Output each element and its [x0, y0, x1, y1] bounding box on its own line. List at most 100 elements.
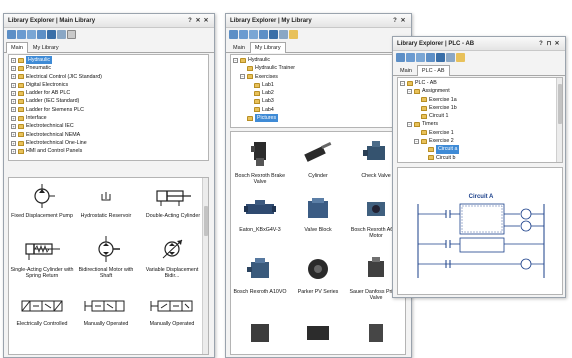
tree-item-exercise-1a[interactable]: Exercise 1a [400, 96, 560, 104]
tree-item-exercise-1b[interactable]: Exercise 1b [400, 104, 560, 112]
component-double-acting-cylinder[interactable]: Double-Acting Cylinder [141, 184, 205, 219]
tree-item-digital-electronics[interactable]: + Digital Electronics [11, 81, 206, 89]
tab-main[interactable]: Main [228, 42, 250, 52]
properties-icon[interactable] [279, 30, 288, 39]
component-electrically-controlled[interactable]: Electrically Controlled [11, 296, 73, 327]
close-button[interactable]: ✕ [202, 17, 210, 24]
new-folder-icon[interactable] [289, 30, 298, 39]
my-library-titlebar[interactable]: Library Explorer | My Library ? ✕ [226, 14, 411, 28]
tree-item-electrotechnical-nema[interactable]: + Electrotechnical NEMA [11, 131, 206, 139]
tree-item-electrotechnical-one-line[interactable]: + Electrotechnical One-Line [11, 139, 206, 147]
component-partial-3[interactable] [347, 318, 405, 353]
expand-toggle[interactable]: + [11, 115, 16, 121]
tree-item-ladder-ab[interactable]: + Ladder for AB PLC [11, 89, 206, 97]
tab-main[interactable]: Main [395, 65, 417, 75]
tree-item-circuit-1[interactable]: Circuit 1 [400, 112, 560, 120]
expand-toggle[interactable]: + [11, 140, 16, 146]
remove-library-icon[interactable] [426, 53, 435, 62]
sort-icon[interactable] [269, 30, 278, 39]
tree-item-circuit-b[interactable]: Circuit b [400, 154, 560, 162]
component-partial-1[interactable] [231, 318, 289, 353]
scrollbar-thumb[interactable] [558, 84, 562, 124]
tab-my-library[interactable]: My Library [249, 42, 286, 53]
component-parker-pv-series[interactable]: Parker PV Series [289, 254, 347, 295]
save-library-icon[interactable] [17, 30, 26, 39]
tree-item-ladder-siemens[interactable]: + Ladder for Siemens PLC [11, 106, 206, 114]
expand-toggle[interactable]: + [11, 148, 16, 154]
expand-toggle[interactable]: + [11, 132, 16, 138]
collapse-toggle[interactable]: − [233, 57, 238, 63]
expand-toggle[interactable]: + [11, 124, 16, 130]
tree-item-pictures[interactable]: Pictures [233, 114, 403, 123]
help-button[interactable]: ? [391, 18, 399, 24]
tree-item-plc-ab[interactable]: − PLC - AB [400, 79, 560, 87]
tree-item-electrotechnical-iec[interactable]: + Electrotechnical IEC [11, 122, 206, 130]
maximize-button[interactable]: ⊓ [545, 40, 553, 47]
component-bidirectional-motor[interactable]: Bidirectional Motor with Shaft [75, 236, 137, 280]
tree-scrollbar[interactable] [556, 78, 562, 162]
expand-toggle[interactable]: + [11, 90, 16, 96]
component-single-acting-cylinder[interactable]: Single-Acting Cylinder with Spring Retur… [9, 236, 75, 280]
properties-icon[interactable] [57, 30, 66, 39]
tree-item-electrical-control[interactable]: + Electrical Control (JIC Standard) [11, 73, 206, 81]
help-button[interactable]: ? [537, 41, 545, 47]
add-library-icon[interactable] [27, 30, 36, 39]
component-variable-displacement[interactable]: Variable Displacement Bidir... [139, 236, 205, 280]
expand-toggle[interactable]: + [11, 65, 16, 71]
collapse-toggle[interactable]: − [407, 122, 412, 128]
tree-item-pneumatic[interactable]: + Pneumatic [11, 64, 206, 72]
component-fixed-displacement-pump[interactable]: Fixed Displacement Pump [11, 184, 73, 219]
tree-item-hydraulic[interactable]: + Hydraulic [11, 56, 206, 65]
remove-library-icon[interactable] [259, 30, 268, 39]
main-library-titlebar[interactable]: Library Explorer | Main Library ? ✕ ✕ [4, 14, 214, 28]
add-library-icon[interactable] [249, 30, 258, 39]
pin-button[interactable]: ✕ [194, 17, 202, 24]
component-manually-operated-1[interactable]: Manually Operated [75, 296, 137, 327]
component-valve-block[interactable]: Valve Block [289, 196, 347, 233]
tab-plc-ab[interactable]: PLC - AB [416, 65, 450, 76]
open-library-icon[interactable] [229, 30, 238, 39]
save-library-icon[interactable] [239, 30, 248, 39]
component-hydrostatic-reservoir[interactable]: Hydrostatic Reservoir [75, 184, 137, 219]
component-eaton-kbxg4v-3[interactable]: Eaton_KBxG4V-3 [231, 196, 289, 233]
scrollbar-thumb[interactable] [204, 206, 208, 236]
close-button[interactable]: ✕ [553, 40, 561, 47]
component-partial-2[interactable] [289, 318, 347, 353]
tree-item-lab2[interactable]: Lab2 [233, 89, 403, 97]
components-scrollbar[interactable] [202, 178, 208, 354]
expand-toggle[interactable]: + [11, 99, 16, 105]
tree-item-exercise-2[interactable]: − Exercise 2 [400, 137, 560, 145]
tree-item-lab3[interactable]: Lab3 [233, 97, 403, 105]
tree-item-hydraulic-trainer[interactable]: Hydraulic Trainer [233, 64, 403, 72]
tree-item-exercise-1[interactable]: Exercise 1 [400, 129, 560, 137]
expand-toggle[interactable]: + [11, 74, 16, 80]
open-library-icon[interactable] [396, 53, 405, 62]
tree-item-timers[interactable]: − Timers [400, 120, 560, 128]
tree-item-ladder-iec[interactable]: + Ladder (IEC Standard) [11, 97, 206, 105]
close-button[interactable]: ✕ [399, 17, 407, 24]
tree-item-assignment[interactable]: − Assignment [400, 87, 560, 95]
collapse-toggle[interactable]: − [400, 80, 405, 86]
expand-toggle[interactable]: + [11, 107, 16, 113]
tree-item-circuit-a[interactable]: Circuit a [400, 145, 560, 154]
save-library-icon[interactable] [406, 53, 415, 62]
expand-toggle[interactable]: + [11, 57, 16, 63]
expand-toggle[interactable]: + [11, 82, 16, 88]
add-library-icon[interactable] [416, 53, 425, 62]
component-bosch-rexroth-a10vo[interactable]: Bosch Rexroth A10VO [231, 254, 289, 295]
collapse-toggle[interactable]: − [407, 88, 412, 94]
tree-item-hydraulic[interactable]: − Hydraulic [233, 56, 403, 64]
tree-item-interface[interactable]: + Interface [11, 114, 206, 122]
lock-icon[interactable] [67, 30, 76, 39]
tree-item-lab4[interactable]: Lab4 [233, 106, 403, 114]
component-bosch-rexroth-brake-valve[interactable]: Bosch Rexroth Brake Valve [231, 138, 289, 186]
help-button[interactable]: ? [186, 18, 194, 24]
component-manually-operated-2[interactable]: Manually Operated [139, 296, 205, 327]
tree-item-hmi-control-panels[interactable]: + HMI and Control Panels [11, 147, 206, 155]
sort-icon[interactable] [436, 53, 445, 62]
tree-item-exercises[interactable]: − Exercises [233, 73, 403, 81]
plc-library-titlebar[interactable]: Library Explorer | PLC - AB ? ⊓ ✕ [393, 37, 565, 51]
collapse-toggle[interactable]: − [240, 74, 245, 80]
sort-icon[interactable] [47, 30, 56, 39]
remove-library-icon[interactable] [37, 30, 46, 39]
